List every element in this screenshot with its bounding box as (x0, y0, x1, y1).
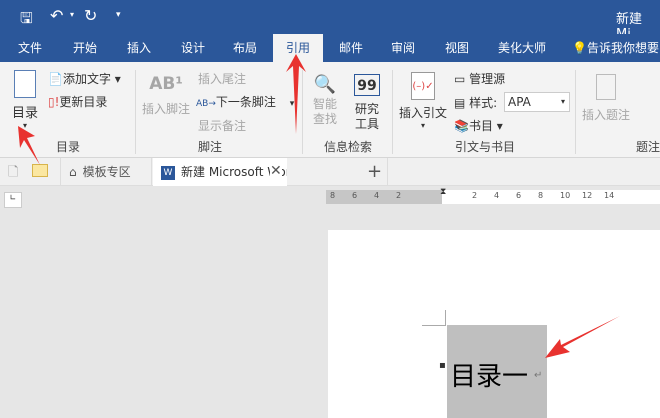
annotation-arrows (18, 54, 620, 358)
arrow-up-left-icon (18, 126, 40, 165)
arrow-left-icon (545, 316, 620, 358)
arrow-up-icon (286, 54, 306, 134)
